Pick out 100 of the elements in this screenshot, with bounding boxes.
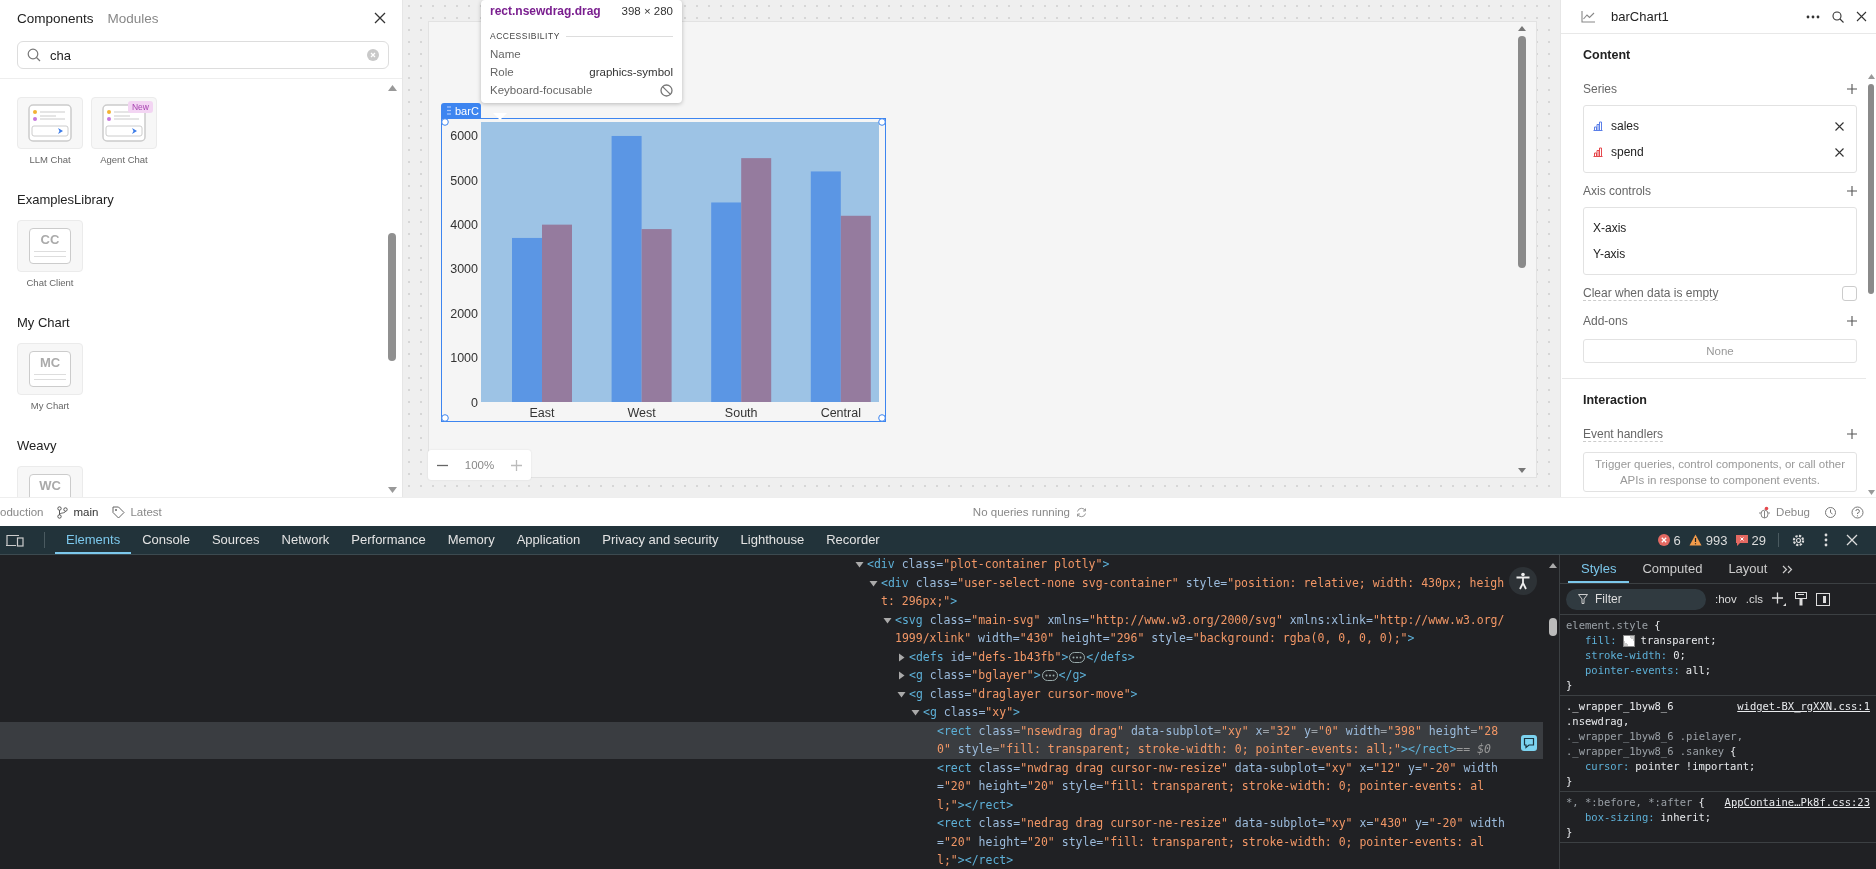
dom-node[interactable]: <rect class="nedrag drag cursor-ne-resize" data-subplot="xy" x="430" y="-20" width="20" height="20" style="fill: transparent; stroke-width: 0; pointer-events: all;"></rect> xyxy=(937,814,1509,869)
settings-icon[interactable] xyxy=(1791,532,1806,548)
scroll-up-icon[interactable] xyxy=(1549,563,1557,568)
assistant-icon[interactable] xyxy=(1521,734,1537,751)
expanded-arrow-icon[interactable] xyxy=(855,560,864,569)
source-link[interactable]: widget-BX_rgXXN.css:1 xyxy=(1737,699,1870,714)
css-value[interactable]: pointer !important; xyxy=(1635,759,1756,774)
css-property[interactable]: pointer-events: xyxy=(1585,663,1680,678)
close-icon[interactable] xyxy=(374,12,386,24)
component-tile[interactable]: New xyxy=(91,97,157,149)
sidebar-icon[interactable] xyxy=(1816,592,1830,606)
more-icon[interactable] xyxy=(1824,533,1828,547)
debug-button[interactable]: Debug xyxy=(1776,506,1810,518)
devtools-tab[interactable]: Performance xyxy=(340,526,437,554)
color-swatch[interactable] xyxy=(1622,634,1635,647)
add-rule-icon[interactable] xyxy=(1772,592,1786,606)
search-field[interactable]: cha xyxy=(17,41,389,69)
scrollbar-thumb[interactable] xyxy=(1549,618,1557,636)
help-icon[interactable] xyxy=(1851,505,1864,519)
expanded-arrow-icon[interactable] xyxy=(883,615,892,625)
devtools-tab[interactable]: Privacy and security xyxy=(591,526,730,554)
axis-item[interactable]: Y-axis xyxy=(1584,241,1856,267)
css-value[interactable]: all; xyxy=(1685,663,1712,678)
panel-tab[interactable]: Modules xyxy=(107,10,159,26)
scroll-up-icon[interactable] xyxy=(1518,26,1526,31)
release-label[interactable]: Latest xyxy=(130,506,162,518)
css-value[interactable]: transparent; xyxy=(1640,633,1717,648)
resize-handle[interactable] xyxy=(878,414,886,422)
series-item[interactable]: sales xyxy=(1584,113,1856,139)
css-property[interactable]: box-sizing: xyxy=(1585,810,1655,825)
panel-tab[interactable]: Components xyxy=(17,10,94,26)
css-value[interactable]: inherit; xyxy=(1660,810,1712,825)
component-tile[interactable] xyxy=(17,97,83,149)
dom-node[interactable]: <g class="xy"> xyxy=(923,703,1020,722)
scroll-down-icon[interactable] xyxy=(387,487,397,493)
scrollbar-thumb[interactable] xyxy=(1868,84,1874,294)
styles-tab[interactable]: Layout xyxy=(1715,555,1781,583)
issue-count[interactable]: 29 xyxy=(1751,532,1766,548)
add-icon[interactable] xyxy=(1847,186,1857,196)
selection-frame[interactable] xyxy=(441,118,886,422)
class-button[interactable]: .cls xyxy=(1745,593,1763,605)
chevron-double-icon[interactable] xyxy=(1782,564,1794,574)
history-icon[interactable] xyxy=(1824,505,1837,519)
devtools-tab[interactable]: Console xyxy=(131,526,201,554)
add-icon[interactable] xyxy=(1847,316,1857,326)
expanded-arrow-icon[interactable] xyxy=(869,578,878,588)
filter-field[interactable]: Filter xyxy=(1566,588,1706,610)
scrollbar[interactable] xyxy=(1549,563,1557,636)
scrollbar-thumb[interactable] xyxy=(388,233,396,361)
dom-node[interactable]: <div class="plot-container plotly"> xyxy=(867,555,1110,574)
dom-node[interactable]: <g class="draglayer cursor-move"> xyxy=(909,684,1138,703)
refresh-icon[interactable] xyxy=(1076,506,1087,518)
hover-state-button[interactable]: :hov xyxy=(1715,593,1737,605)
dom-node[interactable]: <div class="user-select-none svg-container" style="position: relative; width: 430px; height: 296px;"> xyxy=(881,573,1509,611)
resize-handle[interactable] xyxy=(441,414,449,422)
devtools-tab[interactable]: Sources xyxy=(200,526,271,554)
devtools-tab[interactable]: Recorder xyxy=(815,526,891,554)
devtools-tab[interactable]: Lighthouse xyxy=(729,526,816,554)
search-icon[interactable] xyxy=(1832,10,1844,23)
remove-icon[interactable] xyxy=(1835,121,1844,131)
styles-tab[interactable]: Styles xyxy=(1568,555,1630,583)
devtools-tab[interactable]: Elements xyxy=(55,526,132,554)
series-item[interactable]: spend xyxy=(1584,139,1856,165)
ellipsis-icon[interactable] xyxy=(1041,670,1058,681)
collapsed-arrow-icon[interactable] xyxy=(897,671,906,680)
paint-roller-icon[interactable] xyxy=(1795,592,1807,606)
styles-tab[interactable]: Computed xyxy=(1629,555,1716,583)
resize-handle[interactable] xyxy=(441,118,449,126)
checkbox[interactable] xyxy=(1842,285,1857,301)
warning-count[interactable]: 993 xyxy=(1705,532,1728,548)
add-icon[interactable] xyxy=(1847,429,1857,439)
axis-item[interactable]: X-axis xyxy=(1584,215,1856,241)
widget-label[interactable]: barC xyxy=(441,103,481,118)
close-icon[interactable] xyxy=(1856,11,1867,22)
environment-label[interactable]: oduction xyxy=(0,506,44,518)
add-icon[interactable] xyxy=(1847,84,1857,94)
devtools-tab[interactable]: Network xyxy=(270,526,341,554)
css-value[interactable]: 0; xyxy=(1673,648,1686,663)
collapsed-arrow-icon[interactable] xyxy=(897,652,906,662)
dom-node[interactable]: <defs id="defs-1b43fb"> </defs> xyxy=(909,647,1135,666)
css-property[interactable]: cursor: xyxy=(1585,759,1630,774)
component-name[interactable]: barChart1 xyxy=(1611,9,1669,24)
dom-node[interactable]: <svg class="main-svg" xmlns="http://www.w3.org/2000/svg" xmlns:xlink="http://www.w3.org/1999/xlink" width="430" height="296" style="background: rgba(0, 0, 0, 0);"> xyxy=(895,610,1509,648)
scroll-down-icon[interactable] xyxy=(1867,490,1875,495)
more-icon[interactable] xyxy=(1806,14,1820,19)
ellipsis-icon[interactable] xyxy=(1069,651,1086,663)
devtools-tab[interactable]: Memory xyxy=(436,526,506,554)
css-property[interactable]: stroke-width: xyxy=(1585,648,1668,663)
source-link[interactable]: AppContaine…Pk8f.css:23 xyxy=(1724,795,1870,810)
error-count[interactable]: 6 xyxy=(1673,532,1681,548)
dom-node[interactable]: <rect class="nwdrag drag cursor-nw-resize" data-subplot="xy" x="12" y="-20" width="20" height="20" style="fill: transparent; stroke-width: 0; pointer-events: all;"></rect> xyxy=(937,758,1509,814)
device-toolbar-icon[interactable] xyxy=(6,533,24,547)
devtools-tab[interactable]: Application xyxy=(505,526,592,554)
branch-name[interactable]: main xyxy=(73,506,99,518)
scrollbar-thumb[interactable] xyxy=(1518,36,1526,268)
expanded-arrow-icon[interactable] xyxy=(911,708,920,717)
scroll-down-icon[interactable] xyxy=(1518,468,1526,473)
expanded-arrow-icon[interactable] xyxy=(897,689,906,699)
resize-handle[interactable] xyxy=(878,118,886,126)
remove-icon[interactable] xyxy=(1835,147,1844,157)
